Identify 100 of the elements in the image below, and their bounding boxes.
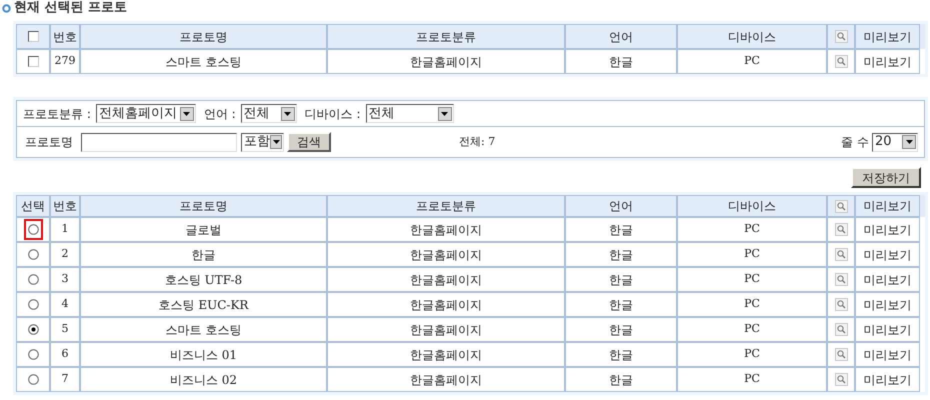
language-select[interactable]: 전체 <box>240 104 297 123</box>
table-cell-text: 미리보기 <box>864 54 912 70</box>
table-cell-text: 1 <box>62 221 68 238</box>
table-cell-text: 미리보기 <box>864 246 912 264</box>
checkbox[interactable] <box>28 31 38 42</box>
name-input[interactable] <box>81 132 237 152</box>
table-cell-text: 미리보기 <box>864 296 912 314</box>
column-header: 언어 <box>609 28 633 46</box>
caret-icon <box>906 140 912 144</box>
filter-label: 언어 : <box>204 106 236 122</box>
radio-button[interactable] <box>28 374 38 385</box>
table-cell-text: 한글 <box>609 246 633 264</box>
table-cell-text: 비즈니스 01 <box>170 346 238 364</box>
table-cell-text: 한글홈페이지 <box>410 296 482 314</box>
radio-button[interactable] <box>28 249 38 260</box>
match-select[interactable]: 포함 <box>241 132 284 152</box>
search-icon[interactable] <box>834 373 848 386</box>
device-select[interactable]: 전체 <box>366 104 454 123</box>
radio-button[interactable] <box>28 299 38 310</box>
table-cell-text: 한글 <box>609 222 633 238</box>
caret-icon <box>272 140 280 144</box>
save-button[interactable]: 저장하기 <box>851 167 921 188</box>
search-icon[interactable] <box>834 348 848 361</box>
table-cell-text: 한글 <box>609 372 633 388</box>
table-cell-text: 스마트 호스팅 <box>166 322 242 338</box>
table-cell-text: 호스팅 UTF-8 <box>164 272 242 288</box>
table-cell-text: 6 <box>62 346 68 362</box>
table-cell-text: PC <box>744 371 760 388</box>
table-cell-text: 스마트 호스팅 <box>166 54 242 70</box>
search-icon[interactable] <box>834 273 848 286</box>
table-cell-text: 3 <box>62 271 68 288</box>
table-cell-text: 한글 <box>609 54 633 70</box>
table-cell-text: 한글 <box>609 346 633 364</box>
table-cell-text: PC <box>744 296 760 312</box>
column-header: 번호 <box>53 28 77 46</box>
table-cell-text: PC <box>744 53 760 70</box>
table-cell-text: 한글홈페이지 <box>410 246 482 264</box>
table-cell-text: 4 <box>62 296 68 312</box>
total-count: 전체: 7 <box>459 134 496 150</box>
radio-button[interactable] <box>28 224 38 235</box>
checkbox[interactable] <box>28 56 38 67</box>
column-header: 언어 <box>609 198 633 215</box>
table-cell-text: 한글 <box>609 272 633 288</box>
table-cell-text: 한글홈페이지 <box>410 54 482 70</box>
search-icon[interactable] <box>834 323 848 336</box>
radio-button[interactable] <box>28 349 38 360</box>
table-cell-text: 글로벌 <box>186 222 222 238</box>
table-cell-text: 한글 <box>192 246 216 264</box>
table-cell-text: 2 <box>62 246 68 262</box>
table-cell-text: 279 <box>54 53 76 70</box>
column-header: 프로토분류 <box>416 28 476 46</box>
table-cell-text: PC <box>744 271 760 288</box>
radio-button[interactable] <box>28 274 38 285</box>
table-cell-text: 한글 <box>609 322 633 338</box>
search-button[interactable]: 검색 <box>287 132 331 152</box>
table-cell-text: 한글홈페이지 <box>410 222 482 238</box>
table-cell-text: PC <box>744 246 760 262</box>
search-icon[interactable] <box>834 55 848 68</box>
caret-icon <box>441 112 448 116</box>
filter-label: 디바이스 : <box>304 106 361 122</box>
table-cell-text: 미리보기 <box>864 272 912 288</box>
column-header: 디바이스 <box>728 198 776 215</box>
search-icon[interactable] <box>834 200 848 212</box>
table-cell-text: PC <box>744 321 760 338</box>
table-cell-text: 미리보기 <box>864 322 912 338</box>
table-cell-text: 한글홈페이지 <box>410 372 482 388</box>
table-cell-text: 5 <box>62 321 68 338</box>
search-icon[interactable] <box>834 223 848 236</box>
table-cell-text: 호스팅 EUC-KR <box>158 296 248 314</box>
table-cell-text: 한글 <box>609 296 633 314</box>
column-header: 선택 <box>21 198 45 215</box>
search-icon[interactable] <box>834 298 848 311</box>
table-cell-text: 한글홈페이지 <box>410 322 482 338</box>
category-select[interactable]: 전체홈페이지 <box>96 104 196 123</box>
column-header: 프로토분류 <box>416 198 476 215</box>
column-header: 번호 <box>53 198 77 215</box>
search-icon[interactable] <box>834 248 848 261</box>
table-cell-text: 한글홈페이지 <box>410 346 482 364</box>
table-cell-text: 7 <box>62 371 68 388</box>
column-header: 프로토명 <box>180 198 228 215</box>
caret-icon <box>183 112 190 116</box>
rows-label: 줄 수 <box>841 134 869 151</box>
caret-icon <box>284 112 292 116</box>
column-header: 미리보기 <box>864 28 912 46</box>
table-cell-text: 미리보기 <box>864 346 912 364</box>
rows-select[interactable]: 20 <box>872 132 918 152</box>
search-icon[interactable] <box>834 30 848 43</box>
table-cell-text: 비즈니스 02 <box>170 372 238 388</box>
column-header: 디바이스 <box>728 28 776 46</box>
table-cell-text: 미리보기 <box>864 372 912 388</box>
filter-label: 프로토분류 : <box>23 106 91 122</box>
filter-label: 프로토명 <box>25 134 73 151</box>
column-header: 프로토명 <box>180 28 228 46</box>
table-cell-text: PC <box>744 346 760 362</box>
table-cell-text: 한글홈페이지 <box>410 272 482 288</box>
section-title: 현재 선택된 프로토 <box>14 0 128 18</box>
table-cell-text: PC <box>744 221 760 238</box>
column-header: 미리보기 <box>864 198 912 215</box>
radio-button[interactable] <box>28 324 38 335</box>
table-cell-text: 미리보기 <box>864 222 912 238</box>
